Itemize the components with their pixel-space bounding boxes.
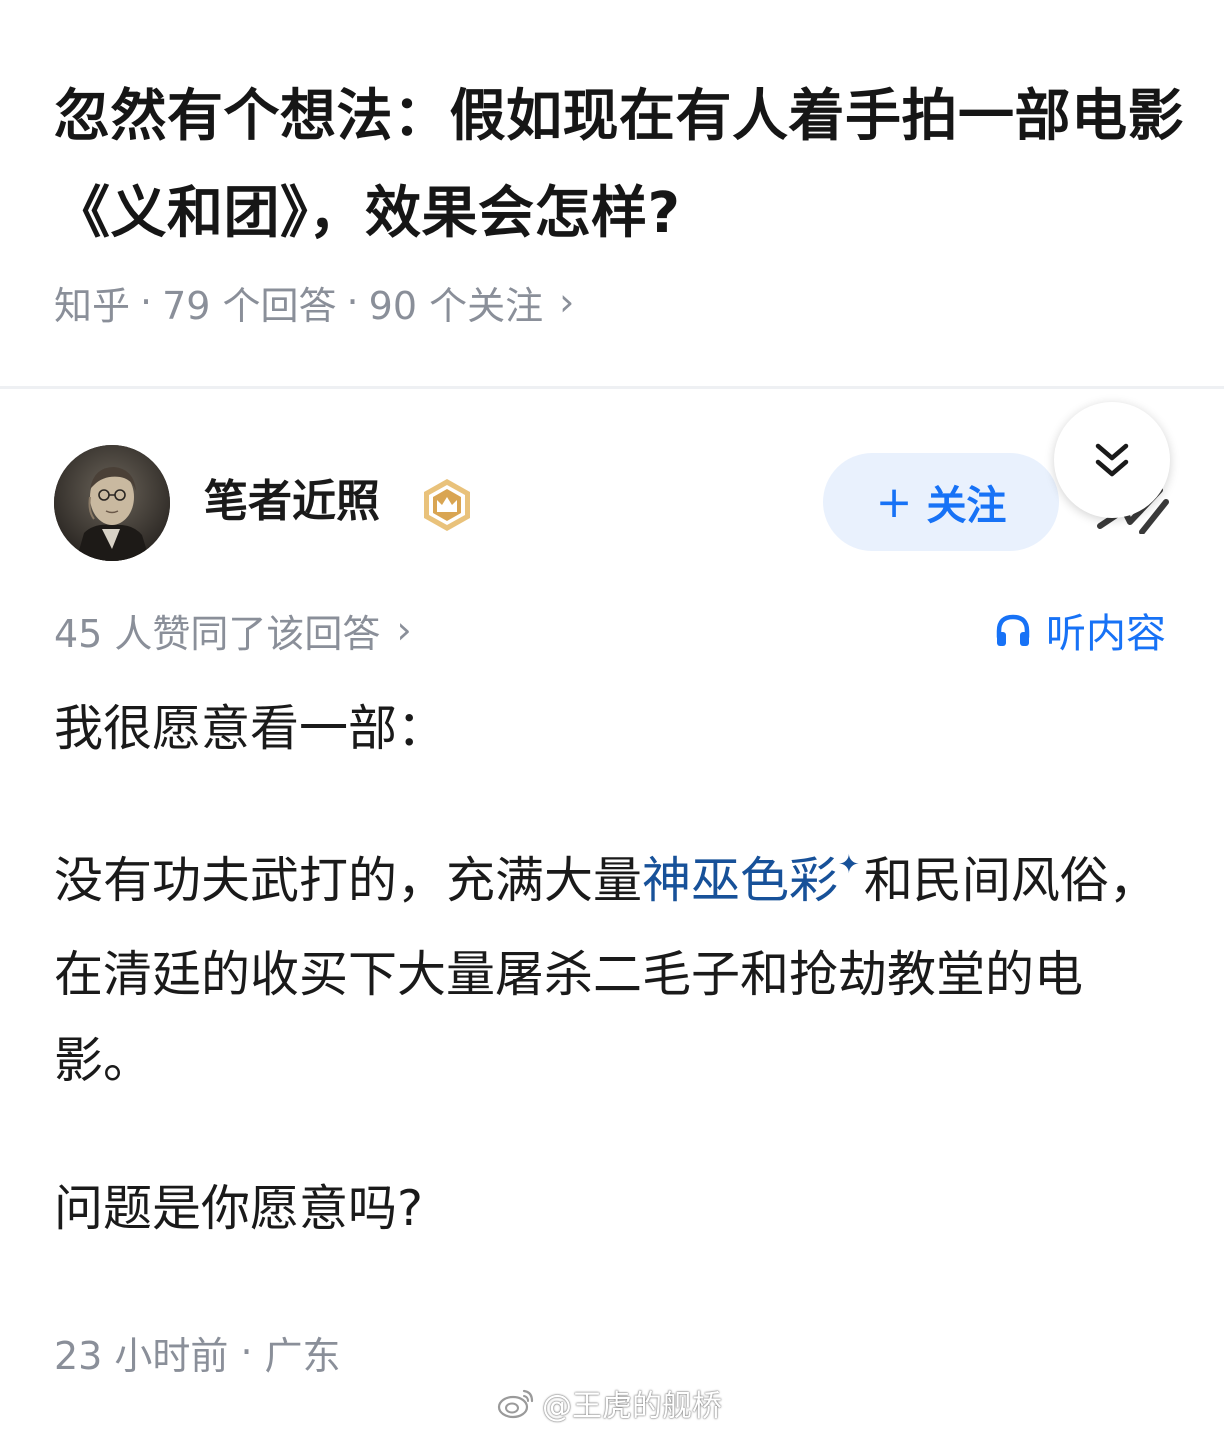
- vote-count-link[interactable]: 45 人赞同了该回答 ›: [54, 600, 412, 660]
- double-chevron-down-icon: [1095, 443, 1129, 477]
- meta-separator: ·: [240, 1330, 253, 1374]
- author-name[interactable]: 笔者近照: [204, 472, 380, 532]
- answer-time: 23 小时前: [54, 1333, 229, 1378]
- vote-count: 45 人赞同了该回答: [54, 611, 381, 656]
- section-divider: [0, 386, 1224, 389]
- crown-badge-icon: [424, 479, 470, 531]
- question-title[interactable]: 忽然有个想法：假如现在有人着手拍一部电影《义和团》，效果会怎样?: [54, 68, 1184, 262]
- answer-paragraph: 没有功夫武打的，充满大量神巫色彩✦和民间风俗，在清廷的收买下大量屠杀二毛子和抢劫…: [54, 838, 1174, 1104]
- answer-paragraph: 问题是你愿意吗?: [54, 1180, 424, 1237]
- meta-separator: ·: [346, 280, 359, 324]
- plus-icon: +: [875, 476, 913, 528]
- meta-separator: ·: [140, 280, 153, 324]
- sparkle-icon: ✦: [838, 850, 860, 880]
- answer-footer: 23 小时前 · 广东: [54, 1322, 341, 1382]
- keyword-link[interactable]: 神巫色彩: [642, 852, 838, 909]
- source-label: 知乎: [54, 283, 131, 328]
- follow-label: 关注: [926, 483, 1007, 529]
- watermark: @王虎的舰桥: [496, 1378, 722, 1428]
- chevron-right-icon: ›: [396, 608, 412, 652]
- answer-paragraph: 我很愿意看一部：: [54, 700, 447, 757]
- listen-label: 听内容: [1046, 611, 1166, 657]
- watermark-text: @王虎的舰桥: [542, 1389, 722, 1424]
- collapse-button[interactable]: [1054, 402, 1170, 518]
- question-meta[interactable]: 知乎 · 79 个回答 · 90 个关注 ›: [54, 272, 574, 332]
- weibo-logo-icon: [497, 1389, 534, 1419]
- chevron-right-icon: ›: [559, 280, 575, 324]
- answer-text-segment: 没有功夫武打的，充满大量: [54, 852, 643, 909]
- answer-count: 79 个回答: [162, 283, 337, 328]
- listen-button[interactable]: 听内容: [994, 600, 1166, 660]
- follow-button[interactable]: + 关注: [823, 453, 1059, 551]
- answer-location: 广东: [264, 1333, 341, 1378]
- headphones-icon: [996, 614, 1030, 646]
- avatar[interactable]: [54, 445, 170, 561]
- follower-count: 90 个关注: [368, 283, 544, 328]
